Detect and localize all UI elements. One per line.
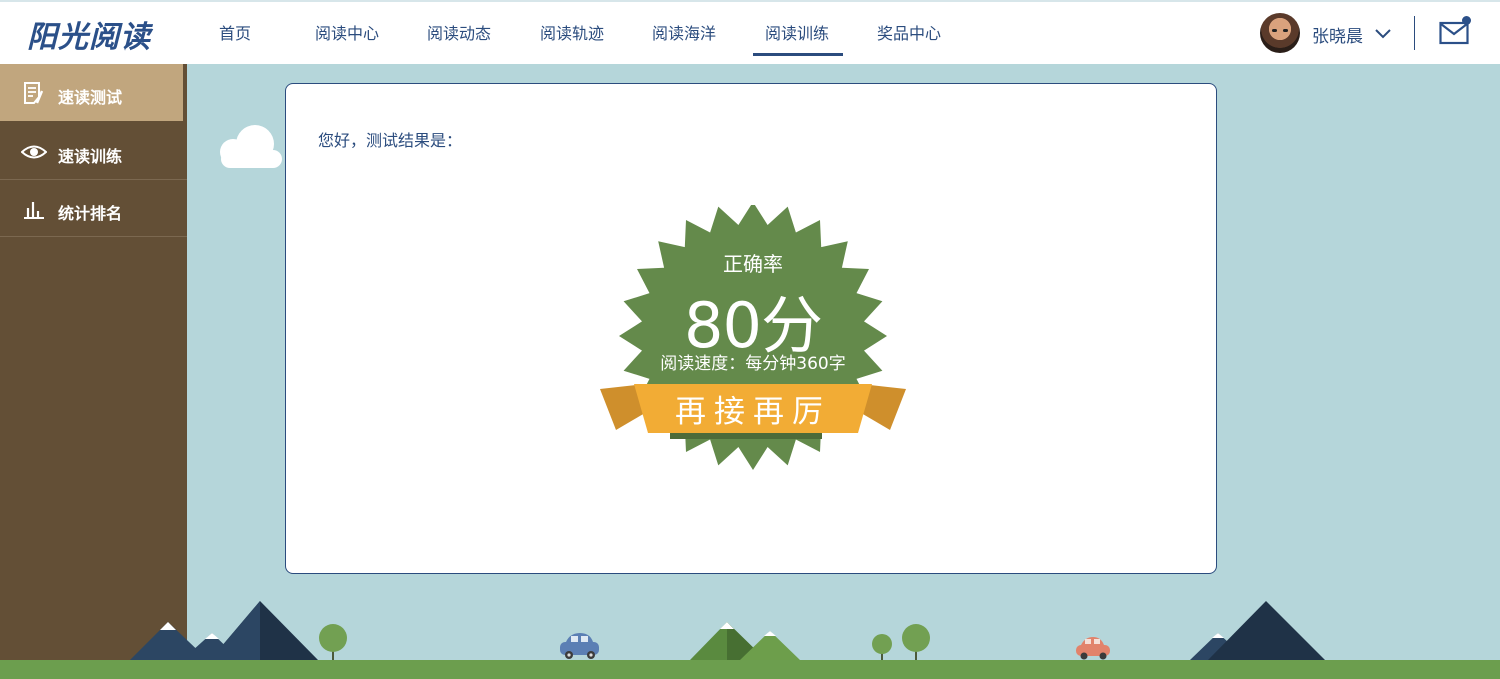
nav-home[interactable]: 首页 xyxy=(219,20,251,44)
notification-dot xyxy=(1462,16,1471,25)
sidebar-item-speed-training[interactable]: 速读训练 xyxy=(0,123,187,180)
sidebar-item-label: 速读训练 xyxy=(58,147,123,166)
accuracy-label: 正确率 xyxy=(723,252,783,276)
chevron-down-icon[interactable] xyxy=(1374,27,1392,39)
sidebar: 速读测试 速读训练 统计排名 xyxy=(0,64,187,679)
sidebar-item-speed-test[interactable]: 速读测试 xyxy=(0,64,183,121)
reading-speed: 阅读速度：每分钟360字 xyxy=(660,354,846,374)
cloud-decoration xyxy=(220,125,282,168)
user-name[interactable]: 张晓晨 xyxy=(1312,22,1363,47)
nav-reading-track[interactable]: 阅读轨迹 xyxy=(540,20,604,44)
logo[interactable]: 阳光阅读 xyxy=(27,12,151,56)
top-bar: 阳光阅读 首页 阅读中心 阅读动态 阅读轨迹 阅读海洋 阅读训练 奖品中心 张晓… xyxy=(0,0,1500,64)
document-edit-icon xyxy=(24,82,44,104)
result-greeting: 您好，测试结果是： xyxy=(318,131,463,150)
nav-reading-ocean[interactable]: 阅读海洋 xyxy=(652,20,716,44)
header-divider xyxy=(1414,16,1415,50)
ground xyxy=(0,660,1500,679)
nav-reading-training[interactable]: 阅读训练 xyxy=(752,20,844,56)
nav-prize-center[interactable]: 奖品中心 xyxy=(877,20,941,44)
sidebar-item-label: 速读测试 xyxy=(58,88,123,107)
motto-ribbon: 再接再厉 xyxy=(675,394,831,430)
score-badge: 正确率 80分 阅读速度：每分钟360字 再接再厉 xyxy=(598,205,908,475)
sidebar-item-ranking[interactable]: 统计排名 xyxy=(0,180,187,237)
nav-reading-center[interactable]: 阅读中心 xyxy=(315,20,379,44)
eye-icon xyxy=(21,145,47,159)
bar-chart-icon xyxy=(24,202,44,219)
sidebar-item-label: 统计排名 xyxy=(58,204,123,223)
nav-reading-feed[interactable]: 阅读动态 xyxy=(427,20,491,44)
user-avatar[interactable] xyxy=(1260,13,1300,53)
